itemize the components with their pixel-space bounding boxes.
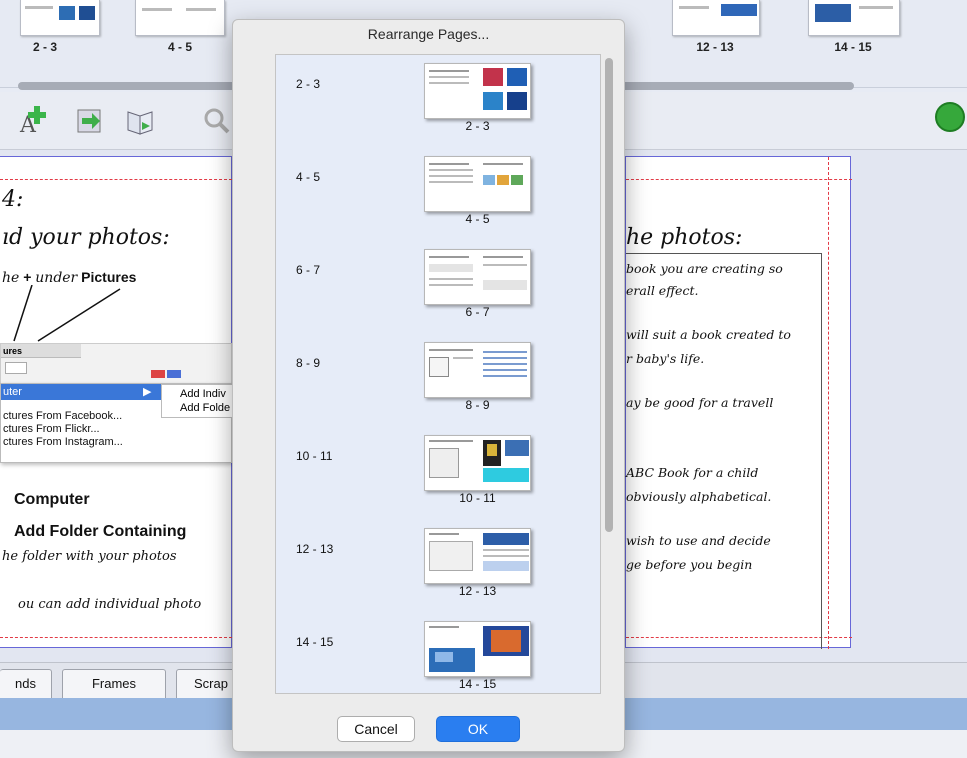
list-item[interactable]: 4 - 5 4 - 5 xyxy=(276,148,600,241)
snapshot-header: ures xyxy=(1,344,81,358)
row-caption: 2 - 3 xyxy=(465,119,490,133)
left-heading: ıd your photos: xyxy=(2,225,170,250)
search-icon[interactable] xyxy=(200,104,234,138)
row-label: 6 - 7 xyxy=(296,263,321,277)
row-label: 2 - 3 xyxy=(296,77,321,91)
popup-menu: uter ▶ Add Indiv Add Folde ctures From Fa… xyxy=(0,383,233,463)
body-line: erall effect. xyxy=(626,283,699,298)
row-label: 8 - 9 xyxy=(296,356,321,370)
spread-label: 2 - 3 xyxy=(32,40,57,54)
body-line: ay be good for a travell xyxy=(626,395,774,410)
dialog-title: Rearrange Pages... xyxy=(367,26,490,42)
menu-item-flickr: ctures From Flickr... xyxy=(3,423,100,435)
right-heading: he photos: xyxy=(626,225,743,250)
step-number: 4: xyxy=(2,187,24,212)
list-item[interactable]: 6 - 7 6 - 7 xyxy=(276,241,600,334)
list-item[interactable]: 12 - 13 12 - 13 xyxy=(276,520,600,613)
spread-label: 4 - 5 xyxy=(167,40,192,54)
tab-backgrounds[interactable]: nds xyxy=(0,669,52,699)
add-folder-label: Add Folder Containing xyxy=(14,523,187,540)
book-pages-icon[interactable] xyxy=(124,104,158,138)
spread-thumbnail-4-5[interactable] xyxy=(135,0,225,36)
computer-label: Computer xyxy=(14,491,90,508)
spread-thumbnail xyxy=(424,528,531,584)
row-label: 14 - 15 xyxy=(296,635,334,649)
list-item[interactable]: 2 - 3 2 - 3 xyxy=(276,55,600,148)
text-frame[interactable] xyxy=(626,253,822,649)
row-label: 4 - 5 xyxy=(296,170,321,184)
list-item[interactable]: 10 - 11 10 - 11 xyxy=(276,427,600,520)
spread-thumbnail xyxy=(424,435,531,491)
row-caption: 8 - 9 xyxy=(465,398,490,412)
submenu: Add Indiv Add Folde xyxy=(161,384,233,418)
body-line: obviously alphabetical. xyxy=(626,489,772,504)
page-list[interactable]: 2 - 3 2 - 3 4 - 5 4 - 5 6 - 7 6 - 7 8 - … xyxy=(275,54,601,694)
list-item[interactable]: 8 - 9 8 - 9 xyxy=(276,334,600,427)
spread-label: 12 - 13 xyxy=(696,40,734,54)
spread-thumbnail-2-3[interactable] xyxy=(20,0,100,36)
body-line: ge before you begin xyxy=(626,557,753,572)
spread-thumbnail-12-13[interactable] xyxy=(672,0,760,36)
left-page: 4: ıd your photos: he + under Pictures u… xyxy=(0,156,233,648)
row-label: 10 - 11 xyxy=(296,449,333,463)
spread-label: 14 - 15 xyxy=(834,40,872,54)
body-line: ABC Book for a child xyxy=(626,465,759,480)
body-line: will suit a book created to xyxy=(626,327,791,342)
row-label: 12 - 13 xyxy=(296,542,334,556)
cancel-button[interactable]: Cancel xyxy=(337,716,415,742)
body-line: book you are creating so xyxy=(626,261,783,276)
add-text-icon[interactable]: A xyxy=(18,104,52,138)
row-caption: 4 - 5 xyxy=(465,212,490,226)
right-page: he photos: book you are creating so eral… xyxy=(625,156,852,649)
row-caption: 6 - 7 xyxy=(465,305,490,319)
row-caption: 12 - 13 xyxy=(458,584,497,598)
list-item[interactable]: 14 - 15 14 - 15 xyxy=(276,613,600,693)
spread-thumbnail xyxy=(424,63,531,119)
tab-frames[interactable]: Frames xyxy=(62,669,166,699)
pictures-instruction: he + under Pictures xyxy=(2,269,137,286)
spread-thumbnail-14-15[interactable] xyxy=(808,0,900,36)
submenu-arrow-icon: ▶ xyxy=(143,386,152,398)
spread-thumbnail xyxy=(424,249,531,305)
rearrange-pages-dialog: Rearrange Pages... 2 - 3 2 - 3 4 - 5 4 -… xyxy=(232,19,625,752)
spread-thumbnail xyxy=(424,156,531,212)
row-caption: 10 - 11 xyxy=(459,491,496,505)
spread-thumbnail xyxy=(424,342,531,398)
individual-instruction: ou can add individual photo xyxy=(18,597,202,612)
order-book-icon[interactable] xyxy=(935,102,965,132)
folder-instruction: he folder with your photos xyxy=(2,549,177,564)
body-line: r baby's life. xyxy=(626,351,705,366)
body-line: wish to use and decide xyxy=(626,533,771,548)
list-scrollbar[interactable] xyxy=(605,58,613,532)
row-caption: 14 - 15 xyxy=(458,677,497,691)
spread-thumbnail xyxy=(424,621,531,677)
import-page-icon[interactable] xyxy=(74,104,108,138)
menu-item-instagram: ctures From Instagram... xyxy=(3,436,123,448)
ok-button[interactable]: OK xyxy=(436,716,520,742)
